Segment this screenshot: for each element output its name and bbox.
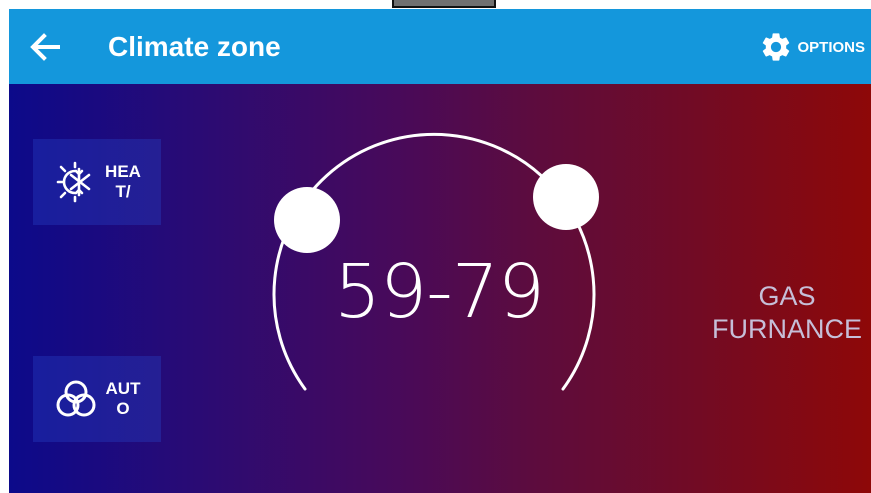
- options-button[interactable]: OPTIONS: [759, 29, 865, 65]
- heat-source-line-2: FURNANCE: [711, 314, 862, 344]
- gear-icon: [763, 33, 790, 61]
- heat-source-line-1: GAS: [758, 281, 816, 311]
- app-header: Climate zone OPTIONS: [9, 9, 871, 84]
- low-setpoint-handle[interactable]: [274, 187, 340, 253]
- setpoint-range: 59-79: [333, 249, 545, 335]
- page-title: Climate zone: [108, 31, 281, 62]
- back-button[interactable]: [25, 27, 65, 67]
- climate-panel: HEAT/ AUTO 59-79 GAS FURNANCE: [9, 84, 871, 493]
- app-window: Climate zone OPTIONS HEAT/ AUTO 59-79 GA…: [9, 9, 871, 493]
- high-setpoint-handle[interactable]: [533, 164, 599, 230]
- heat-source-label: GAS FURNANCE: [697, 280, 871, 346]
- top-tab-marker: [392, 0, 496, 8]
- arrow-left-icon: [30, 33, 60, 61]
- options-label: OPTIONS: [797, 38, 865, 56]
